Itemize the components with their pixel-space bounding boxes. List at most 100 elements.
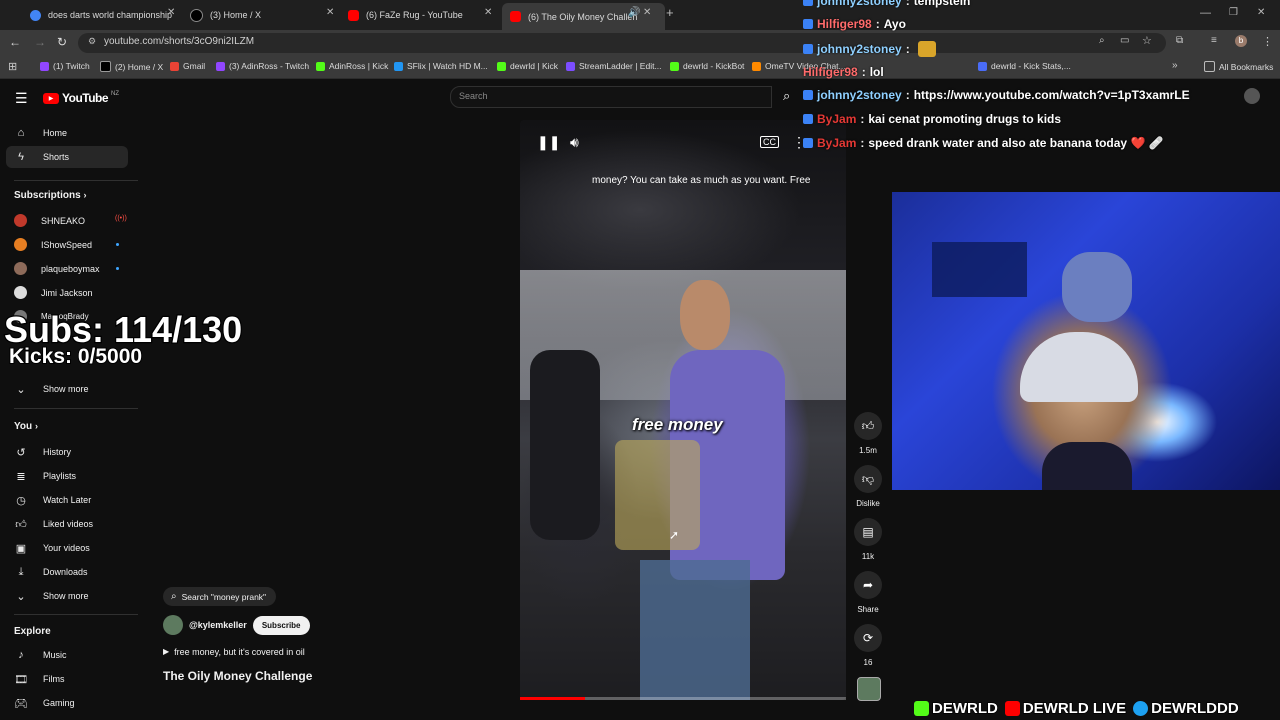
close-icon[interactable]: ✕ <box>326 7 334 18</box>
bookmark-item[interactable]: (2) Home / X <box>100 61 163 72</box>
apps-grid-icon[interactable]: ⊞ <box>8 60 17 73</box>
beanie-shape <box>1020 332 1138 402</box>
all-bookmarks-button[interactable]: All Bookmarks <box>1204 61 1273 72</box>
kebab-menu-icon[interactable]: ⋮ <box>1262 35 1273 48</box>
tab-oily-money[interactable]: (6) The Oily Money Challen <box>502 3 665 30</box>
comments-button[interactable]: ▤ 11k <box>854 518 882 561</box>
tab-faze-rug[interactable]: (6) FaZe Rug - YouTube <box>348 4 478 26</box>
short-video-player[interactable] <box>520 120 846 700</box>
like-button[interactable]: 👍︎ 1.5m <box>854 412 882 455</box>
channel-name: Jimi Jackson <box>41 287 93 298</box>
close-icon[interactable]: ✕ <box>484 7 492 18</box>
share-button[interactable]: ➦ Share <box>854 571 882 614</box>
tab-darts[interactable]: does darts world championship <box>30 4 180 26</box>
youtube-icon <box>1004 700 1020 716</box>
subscription-item[interactable]: Jimi Jackson <box>14 286 93 299</box>
sidebar-item-home[interactable]: ⌂ Home <box>14 126 67 140</box>
sidebar-item-gaming[interactable]: 🎮︎ Gaming <box>14 696 75 710</box>
kick-icon <box>316 61 325 71</box>
sidebar-item-films[interactable]: 🎞︎ Films <box>14 672 64 686</box>
close-window-icon[interactable]: ✕ <box>1257 7 1265 18</box>
bookmark-label: StreamLadder | Edit... <box>579 61 662 71</box>
dislike-button[interactable]: 👎︎ Dislike <box>854 465 882 508</box>
bookmark-item[interactable]: dewrld - Kick Stats,... <box>978 61 1071 71</box>
channel-avatar[interactable] <box>163 615 183 635</box>
sidebar-item-shorts[interactable]: ϟ Shorts <box>14 150 69 164</box>
search-box[interactable] <box>450 86 772 108</box>
back-icon[interactable]: ← <box>9 35 21 49</box>
maximize-icon[interactable]: ❐ <box>1229 7 1238 18</box>
channel-handle[interactable]: @kylemkeller <box>189 620 247 630</box>
bookmark-label: All Bookmarks <box>1219 61 1274 72</box>
sidebar-item-music[interactable]: ♪ Music <box>14 648 67 662</box>
new-tab-icon[interactable]: + <box>666 5 674 20</box>
thumbs-up-icon: 👍︎ <box>15 518 27 531</box>
cast-icon[interactable]: ▭ <box>1120 35 1129 46</box>
divider <box>14 408 138 409</box>
youtube-logo[interactable]: ▶ YouTube NZ <box>43 91 119 105</box>
bookmark-item[interactable]: dewrld - KickBot <box>670 61 744 71</box>
avatar <box>14 262 27 275</box>
sidebar-label: Downloads <box>43 567 88 577</box>
menu-lines-icon[interactable]: ≡ <box>1211 35 1217 46</box>
show-more-you[interactable]: ⌄ Show more <box>14 589 88 603</box>
extensions-icon[interactable]: ⧉ <box>1176 35 1183 46</box>
video-text-overlay: free money <box>632 415 723 434</box>
subscribe-button[interactable]: Subscribe <box>252 615 310 635</box>
sidebar-label: Music <box>43 650 67 660</box>
volume-icon[interactable]: 🔊︎ <box>570 134 579 151</box>
you-heading[interactable]: You › <box>14 421 38 432</box>
site-info-icon[interactable]: ⚙ <box>88 36 96 47</box>
sidebar-item-watch-later[interactable]: ◷ Watch Later <box>14 493 91 507</box>
sidebar-item-playlists[interactable]: ≣ Playlists <box>14 469 76 483</box>
subscription-item[interactable]: plaqueboymax <box>14 262 100 275</box>
profile-avatar[interactable]: b <box>1235 35 1247 47</box>
reload-icon[interactable]: ↻ <box>57 35 67 49</box>
sidebar-item-history[interactable]: ↺ History <box>14 445 71 459</box>
hamburger-menu-icon[interactable]: ☰ <box>15 90 28 107</box>
short-description[interactable]: ▶ free money, but it's covered in oil <box>163 647 305 657</box>
captions-icon[interactable]: CC <box>760 136 779 148</box>
remix-button[interactable]: ⟳ 16 <box>854 624 882 667</box>
bookmark-label: dewrld - KickBot <box>683 61 745 71</box>
search-icon[interactable]: ⌕ <box>783 88 790 104</box>
bookmark-item[interactable]: Gmail <box>170 61 205 71</box>
bookmark-item[interactable]: (1) Twitch <box>40 61 90 71</box>
subscription-item[interactable]: SHNEAKO <box>14 214 85 227</box>
chat-message: ByJam: kai cenat promoting drugs to kids <box>803 112 1061 126</box>
bookmark-item[interactable]: dewrld | Kick <box>497 61 558 71</box>
related-search-chip[interactable]: ⌕ Search "money prank" <box>163 587 277 606</box>
account-avatar[interactable] <box>1244 88 1260 104</box>
forward-icon[interactable]: → <box>34 35 46 49</box>
bookmark-item[interactable]: AdinRoss | Kick <box>316 61 388 71</box>
speaker-icon[interactable]: 🔊 <box>628 7 640 18</box>
close-icon[interactable]: ✕ <box>167 7 175 18</box>
subscriptions-heading[interactable]: Subscriptions › <box>14 190 86 201</box>
subscription-item[interactable]: IShowSpeed <box>14 238 92 251</box>
channel-thumbnail[interactable] <box>857 677 881 701</box>
bookmark-item[interactable]: (3) AdinRoss - Twitch <box>216 61 309 71</box>
download-icon: ⤓ <box>18 565 24 578</box>
chevron-down-icon: ⌄ <box>16 590 26 603</box>
url-text[interactable]: youtube.com/shorts/3cO9ni2ILZM <box>104 36 254 47</box>
show-more-subscriptions[interactable]: ⌄ Show more <box>14 382 88 396</box>
kicks-goal-overlay: Kicks: 0/5000 <box>8 344 143 369</box>
close-icon[interactable]: ✕ <box>643 7 651 18</box>
webcam-feed <box>892 192 1280 490</box>
watch-later-icon: ◷ <box>16 494 26 507</box>
bookmark-item[interactable]: SFlix | Watch HD M... <box>394 61 488 71</box>
chat-message: johnny2stoney: tempstein <box>803 0 970 8</box>
pause-icon[interactable]: ❚❚ <box>537 134 560 151</box>
sidebar-item-your-videos[interactable]: ▣ Your videos <box>14 541 90 555</box>
bookmark-star-icon[interactable]: ☆ <box>1142 34 1152 47</box>
bookmark-item[interactable]: StreamLadder | Edit... <box>566 61 662 71</box>
sidebar-item-downloads[interactable]: ⤓ Downloads <box>14 565 88 579</box>
bookmarks-overflow-icon[interactable]: » <box>1172 60 1178 71</box>
chevron-down-icon: ⌄ <box>16 383 26 396</box>
divider <box>14 614 138 615</box>
chat-message: Hilfiger98: lol <box>803 65 884 79</box>
minimize-icon[interactable]: — <box>1200 7 1211 19</box>
tab-x-home[interactable]: (3) Home / X <box>190 4 320 26</box>
sidebar-item-liked-videos[interactable]: 👍︎ Liked videos <box>14 517 93 531</box>
zoom-icon[interactable]: ⌕ <box>1099 35 1105 46</box>
